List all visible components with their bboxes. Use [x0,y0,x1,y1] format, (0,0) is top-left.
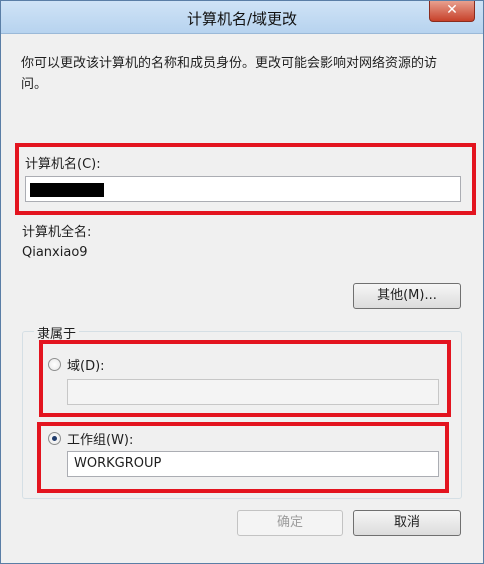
dialog-window: 计算机名/域更改 ✕ 你可以更改该计算机的名称和成员身份。更改可能会影响对网络资… [0,0,484,564]
description-text: 你可以更改该计算机的名称和成员身份。更改可能会影响对网络资源的访问。 [21,56,438,92]
title-bar[interactable]: 计算机名/域更改 ✕ [1,1,483,34]
close-button[interactable]: ✕ [429,1,475,22]
highlight-workgroup [37,422,449,493]
full-name-label: 计算机全名: [22,225,92,240]
full-name-value: Qianxiao9 [22,245,88,260]
cancel-button[interactable]: 取消 [353,510,461,536]
other-button[interactable]: 其他(M)... [353,283,461,309]
ok-button[interactable]: 确定 [237,510,343,536]
close-icon: ✕ [446,2,458,18]
highlight-domain [39,340,451,417]
window-title: 计算机名/域更改 [186,10,298,28]
highlight-computer-name [15,143,476,215]
